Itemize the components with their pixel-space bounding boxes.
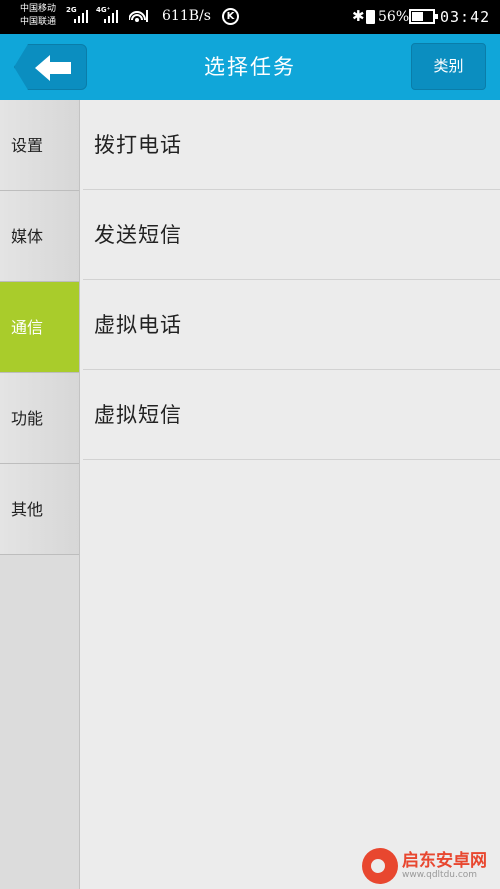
sidebar-item-label: 媒体 bbox=[11, 227, 44, 246]
sidebar-item-communication[interactable]: 通信 bbox=[0, 282, 79, 373]
category-button[interactable]: 类别 bbox=[411, 43, 486, 90]
arrow-left-icon bbox=[35, 55, 71, 81]
task-make-call[interactable]: 拨打电话 bbox=[83, 100, 500, 190]
back-button[interactable] bbox=[14, 44, 87, 90]
sidebar-item-other[interactable]: 其他 bbox=[0, 464, 79, 555]
sidebar-item-media[interactable]: 媒体 bbox=[0, 191, 79, 282]
category-sidebar: 设置 媒体 通信 功能 其他 bbox=[0, 100, 80, 889]
battery-percent: 56% bbox=[378, 9, 410, 25]
watermark-logo-icon bbox=[362, 848, 398, 884]
battery-icon bbox=[409, 9, 438, 24]
clock: 03:42 bbox=[440, 8, 491, 26]
sidebar-item-functions[interactable]: 功能 bbox=[0, 373, 79, 464]
k-app-icon: K bbox=[222, 8, 239, 25]
watermark: 启东安卓网 www.qdltdu.com bbox=[360, 840, 500, 889]
task-send-sms[interactable]: 发送短信 bbox=[83, 190, 500, 280]
app-header: 选择任务 类别 bbox=[0, 34, 500, 100]
signal-icon-2 bbox=[104, 9, 118, 23]
task-fake-sms[interactable]: 虚拟短信 bbox=[83, 370, 500, 460]
sidebar-item-settings[interactable]: 设置 bbox=[0, 100, 79, 191]
sidebar-item-label: 其他 bbox=[11, 500, 44, 519]
sidebar-item-label: 设置 bbox=[11, 136, 44, 155]
carrier-2: 中国联通 bbox=[20, 17, 57, 27]
carrier-1: 中国移动 bbox=[20, 4, 57, 14]
network-speed: 611B/s bbox=[162, 8, 211, 24]
carrier-names: 中国移动 中国联通 bbox=[20, 3, 56, 29]
task-fake-call[interactable]: 虚拟电话 bbox=[83, 280, 500, 370]
watermark-url: www.qdltdu.com bbox=[402, 870, 478, 880]
battery-level bbox=[412, 12, 423, 21]
watermark-title: 启东安卓网 bbox=[402, 851, 487, 871]
sidebar-item-label: 功能 bbox=[11, 409, 44, 428]
sim-icon bbox=[366, 10, 375, 24]
status-bar: 中国移动 中国联通 2G 4G⁺ 611B/s K ✱ 56% 03:42 bbox=[0, 0, 500, 34]
task-list: 拨打电话 发送短信 虚拟电话 虚拟短信 bbox=[83, 100, 500, 460]
signal-icon bbox=[74, 9, 88, 23]
sidebar-item-label: 通信 bbox=[11, 318, 44, 337]
hotspot-icon bbox=[129, 8, 149, 24]
page-title: 选择任务 bbox=[204, 55, 296, 79]
bluetooth-icon: ✱ bbox=[352, 7, 365, 25]
